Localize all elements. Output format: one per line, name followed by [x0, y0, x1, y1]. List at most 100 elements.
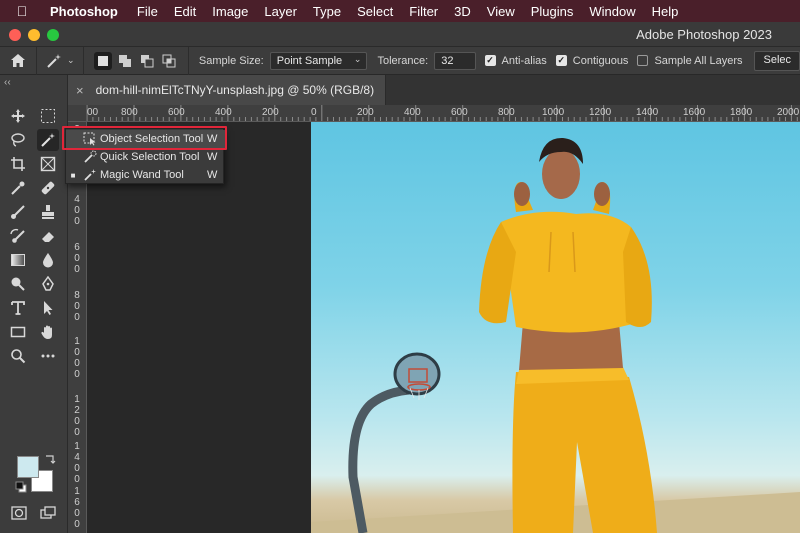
- menu-help[interactable]: Help: [644, 4, 687, 19]
- magic-wand-tool[interactable]: [37, 129, 59, 151]
- blur-tool[interactable]: [37, 249, 59, 271]
- close-tab-icon[interactable]: ×: [76, 83, 84, 98]
- apple-icon[interactable]: : [0, 3, 44, 19]
- maximize-window-button[interactable]: [47, 29, 59, 41]
- magic-wand-icon: [47, 53, 61, 68]
- select-subject-button[interactable]: Selec: [754, 50, 800, 71]
- menu-plugins[interactable]: Plugins: [523, 4, 582, 19]
- photo-illustration: [311, 137, 800, 533]
- frame-tool[interactable]: [37, 153, 59, 175]
- ruler-label: 200: [262, 107, 279, 118]
- ruler-label: 600: [168, 107, 185, 118]
- ruler-label: 400: [404, 107, 421, 118]
- eraser-icon: [42, 232, 54, 242]
- sample-all-layers-checkbox[interactable]: Sample All Layers: [637, 55, 742, 67]
- menu-3d[interactable]: 3D: [446, 4, 479, 19]
- crop-icon: [11, 157, 25, 171]
- ruler-label: 200: [357, 107, 374, 118]
- add-selection-icon: [118, 54, 131, 67]
- healing-brush-tool[interactable]: [37, 177, 59, 199]
- collapse-panel-icon[interactable]: ‹‹: [4, 77, 11, 88]
- add-to-selection-button[interactable]: [116, 52, 134, 70]
- eyedropper-tool[interactable]: [7, 177, 29, 199]
- flyout-magic-wand-tool[interactable]: ■ Magic Wand Tool W: [66, 166, 225, 184]
- type-tool[interactable]: [7, 297, 29, 319]
- default-colors-icon[interactable]: [15, 481, 27, 493]
- ruler-label: 1800: [730, 107, 753, 118]
- path-selection-tool[interactable]: [37, 297, 59, 319]
- ruler-label: 1 2 0 0: [74, 394, 80, 438]
- menu-window[interactable]: Window: [581, 4, 643, 19]
- zoom-tool[interactable]: [7, 345, 29, 367]
- hand-icon: [41, 325, 52, 339]
- hand-tool[interactable]: [37, 321, 59, 343]
- history-brush-icon: [10, 228, 25, 243]
- ruler-origin[interactable]: [68, 105, 87, 122]
- pen-tool[interactable]: [37, 273, 59, 295]
- menu-view[interactable]: View: [479, 4, 523, 19]
- menu-layer[interactable]: Layer: [256, 4, 305, 19]
- more-tools-button[interactable]: [37, 345, 59, 367]
- menu-filter[interactable]: Filter: [401, 4, 446, 19]
- macos-menubar:  Photoshop File Edit Image Layer Type S…: [0, 0, 800, 22]
- ruler-label: 6 0 0: [74, 242, 80, 275]
- home-button[interactable]: [0, 46, 37, 75]
- active-bullet-icon: ■: [70, 170, 76, 180]
- menu-select[interactable]: Select: [349, 4, 401, 19]
- foreground-color-swatch[interactable]: [17, 456, 39, 478]
- ruler-label: 1 4 0 0: [74, 441, 80, 485]
- flyout-item-shortcut: W: [207, 151, 218, 163]
- menu-type[interactable]: Type: [305, 4, 349, 19]
- history-brush-tool[interactable]: [7, 225, 29, 247]
- flyout-quick-selection-tool[interactable]: Quick Selection Tool W: [66, 148, 225, 166]
- sample-size-value: Point Sample: [276, 54, 343, 67]
- sample-size-dropdown[interactable]: Point Sample ⌄: [269, 51, 368, 70]
- crop-tool[interactable]: [7, 153, 29, 175]
- lasso-tool[interactable]: [7, 129, 29, 151]
- menu-file[interactable]: File: [129, 4, 166, 19]
- eraser-tool[interactable]: [37, 225, 59, 247]
- menu-app-name[interactable]: Photoshop: [44, 4, 129, 19]
- tolerance-input[interactable]: 32: [434, 51, 476, 70]
- anti-alias-checkbox[interactable]: ✓ Anti-alias: [484, 55, 547, 67]
- contiguous-checkbox[interactable]: ✓ Contiguous: [555, 55, 628, 67]
- tool-grid: [7, 105, 63, 465]
- flyout-item-label: Magic Wand Tool: [100, 169, 184, 181]
- screen-mode-icon: [40, 506, 56, 519]
- brush-tool[interactable]: [7, 201, 29, 223]
- brush-icon: [11, 205, 25, 219]
- canvas-image[interactable]: [311, 122, 800, 533]
- window-titlebar: Adobe Photoshop 2023: [0, 22, 800, 47]
- dodge-tool[interactable]: [7, 273, 29, 295]
- marquee-tool[interactable]: [37, 105, 59, 127]
- move-tool[interactable]: [7, 105, 29, 127]
- ruler-label: 1600: [683, 107, 706, 118]
- ruler-label: 800: [121, 107, 138, 118]
- blur-icon: [43, 253, 53, 268]
- options-bar: ⌄ Sample Size: Point Sample ⌄ Tolerance:…: [0, 46, 800, 75]
- subtract-from-selection-button[interactable]: [138, 52, 156, 70]
- tool-preset-picker[interactable]: ⌄: [37, 46, 84, 75]
- minimize-window-button[interactable]: [28, 29, 40, 41]
- gradient-tool[interactable]: [7, 249, 29, 271]
- intersect-selection-button[interactable]: [160, 52, 178, 70]
- swap-colors-icon[interactable]: [44, 453, 56, 465]
- document-tab[interactable]: × dom-hill-nimElTcTNyY-unsplash.jpg @ 50…: [68, 75, 386, 105]
- sample-all-layers-label: Sample All Layers: [654, 54, 743, 67]
- ruler-label: 1 0 0 0: [74, 336, 80, 380]
- magic-wand-icon: [80, 168, 100, 182]
- menu-image[interactable]: Image: [204, 4, 256, 19]
- screen-mode-button[interactable]: [37, 502, 59, 524]
- ruler-label: 800: [498, 107, 515, 118]
- rectangle-tool[interactable]: [7, 321, 29, 343]
- quick-mask-button[interactable]: [8, 502, 30, 524]
- quick-mask-icon: [11, 506, 27, 520]
- sample-size-label: Sample Size:: [198, 54, 264, 67]
- horizontal-ruler[interactable]: 00 800 600 400 200 0 200 400 600 800 100…: [87, 105, 800, 122]
- new-selection-button[interactable]: [93, 51, 112, 70]
- pen-icon: [42, 276, 54, 291]
- chevron-down-icon: ⌄: [66, 55, 75, 65]
- menu-edit[interactable]: Edit: [166, 4, 204, 19]
- clone-stamp-tool[interactable]: [37, 201, 59, 223]
- close-window-button[interactable]: [9, 29, 21, 41]
